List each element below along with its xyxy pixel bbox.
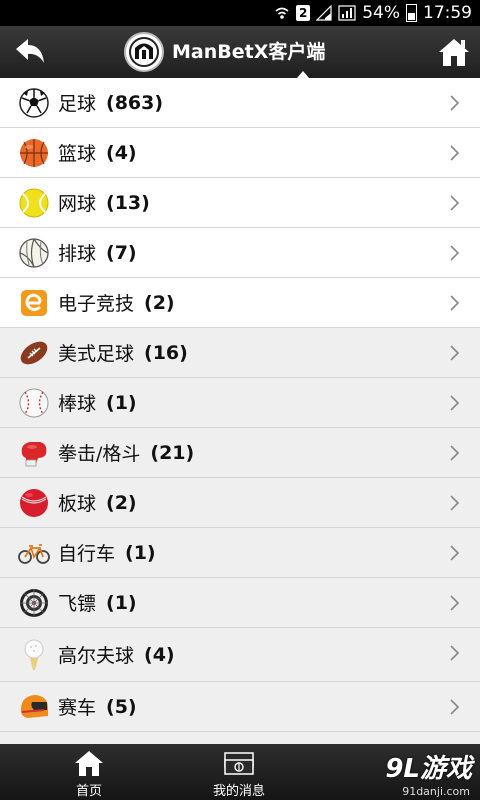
- item-count: (1): [106, 591, 137, 614]
- american-football-icon: [18, 337, 50, 369]
- money-message-icon: [222, 744, 256, 778]
- item-count: (7): [106, 241, 137, 264]
- item-count: (4): [144, 643, 175, 666]
- volleyball-icon: [18, 237, 50, 269]
- cricket-ball-icon: [18, 487, 50, 519]
- signal-icon: [316, 5, 332, 21]
- list-item-cycling[interactable]: 自行车 (1): [0, 528, 480, 578]
- list-item-racing[interactable]: 赛车 (5): [0, 682, 480, 732]
- chevron-right-icon: [446, 293, 464, 313]
- list-item-volleyball[interactable]: 排球 (7): [0, 228, 480, 278]
- title-pointer: [297, 71, 309, 78]
- list-item-boxing[interactable]: 拳击/格斗 (21): [0, 428, 480, 478]
- list-item-golf[interactable]: 高尔夫球 (4): [0, 628, 480, 682]
- nav-home[interactable]: 首页: [34, 744, 144, 800]
- item-label: 自行车: [58, 543, 116, 565]
- item-count: (1): [106, 391, 137, 414]
- list-item-darts[interactable]: 飞镖 (1): [0, 578, 480, 628]
- item-count: (2): [106, 491, 137, 514]
- item-label: 美式足球: [58, 343, 135, 365]
- list-item-esports[interactable]: 电子竞技 (2): [0, 278, 480, 328]
- nav-messages[interactable]: 我的消息: [184, 744, 294, 800]
- item-label: 足球: [58, 93, 97, 115]
- item-count: (863): [106, 91, 164, 114]
- item-label: 篮球: [58, 143, 97, 165]
- item-count: (21): [150, 441, 195, 464]
- list-item-baseball[interactable]: 棒球 (1): [0, 378, 480, 428]
- dartboard-icon: [18, 587, 50, 619]
- sports-list: 足球 (863) 篮球 (4) 网球 (13) 排球 (7) 电子竞技 (2): [0, 78, 480, 744]
- home-icon: [439, 39, 469, 66]
- boxing-glove-icon: [18, 437, 50, 469]
- bicycle-icon: [18, 537, 50, 569]
- bottom-nav: 首页 我的消息 9L游戏 91danji.com: [0, 744, 480, 800]
- home-button[interactable]: [434, 32, 474, 72]
- chevron-right-icon: [446, 593, 464, 613]
- item-label: 棒球: [58, 393, 97, 415]
- list-item-tennis[interactable]: 网球 (13): [0, 178, 480, 228]
- logo-emblem-icon: [129, 37, 159, 67]
- list-item-american-football[interactable]: 美式足球 (16): [0, 328, 480, 378]
- item-count: (4): [106, 141, 137, 164]
- battery-icon: [406, 4, 417, 22]
- tennis-ball-icon: [18, 187, 50, 219]
- signal-icon-2: [338, 5, 356, 21]
- item-label: 赛车: [58, 697, 97, 719]
- item-label: 电子竞技: [58, 293, 135, 315]
- chevron-right-icon: [446, 443, 464, 463]
- list-item-soccer[interactable]: 足球 (863): [0, 78, 480, 128]
- app-header: ManBetX客户端: [0, 26, 480, 78]
- chevron-right-icon: [446, 493, 464, 513]
- chevron-right-icon: [446, 93, 464, 113]
- racing-helmet-icon: [18, 691, 50, 723]
- esports-icon: [18, 287, 50, 319]
- wifi-calling-icon: [274, 5, 290, 21]
- watermark-brand: 9L游戏: [385, 754, 472, 784]
- chevron-right-icon: [446, 143, 464, 163]
- home-nav-icon: [73, 744, 105, 778]
- item-count: (5): [106, 695, 137, 718]
- item-count: (13): [106, 191, 150, 214]
- list-item-partial[interactable]: [0, 732, 480, 744]
- item-label: 飞镖: [58, 593, 97, 615]
- basketball-icon: [18, 137, 50, 169]
- chevron-right-icon: [446, 193, 464, 213]
- sim-slot-badge: 2: [296, 5, 311, 21]
- chevron-right-icon: [446, 643, 464, 663]
- clock: 17:59: [423, 3, 472, 23]
- chevron-right-icon: [446, 393, 464, 413]
- item-count: (2): [144, 291, 175, 314]
- soccer-ball-icon: [18, 87, 50, 119]
- status-bar: 2 54% 17:59: [0, 0, 480, 26]
- back-arrow-icon: [16, 39, 44, 63]
- chevron-right-icon: [446, 543, 464, 563]
- nav-home-label: 首页: [75, 784, 102, 799]
- list-item-cricket[interactable]: 板球 (2): [0, 478, 480, 528]
- item-label: 排球: [58, 243, 97, 265]
- item-count: (16): [144, 341, 188, 364]
- item-label: 拳击/格斗: [58, 443, 141, 465]
- chevron-right-icon: [446, 343, 464, 363]
- list-item-basketball[interactable]: 篮球 (4): [0, 128, 480, 178]
- chevron-right-icon: [446, 243, 464, 263]
- item-label: 高尔夫球: [58, 645, 135, 667]
- app-logo: [124, 32, 164, 72]
- item-label: 板球: [58, 493, 97, 515]
- item-label: 网球: [58, 193, 97, 215]
- watermark-url: 91danji.com: [402, 785, 470, 798]
- baseball-icon: [18, 387, 50, 419]
- back-button[interactable]: [10, 34, 50, 70]
- item-count: (1): [125, 541, 156, 564]
- golf-ball-icon: [18, 639, 50, 671]
- chevron-right-icon: [446, 697, 464, 717]
- battery-percent: 54%: [362, 3, 400, 23]
- nav-messages-label: 我的消息: [212, 784, 265, 799]
